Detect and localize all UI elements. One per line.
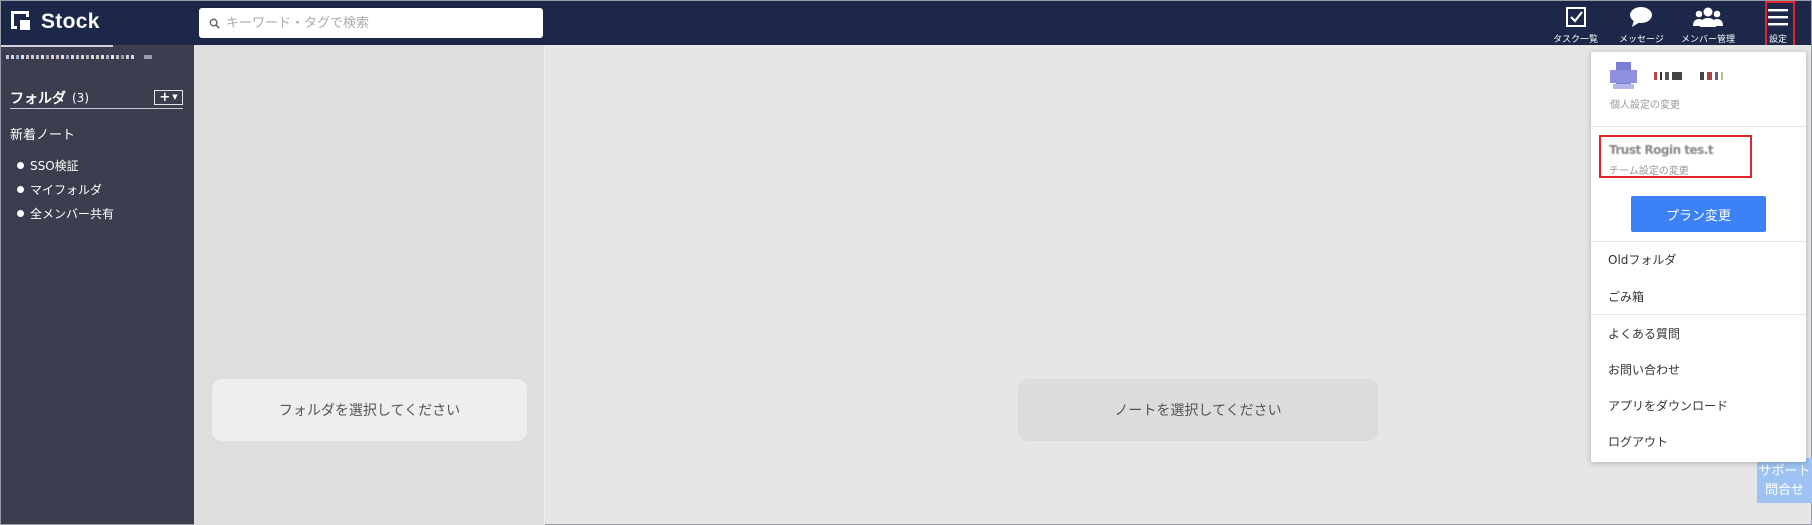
search-input[interactable] — [226, 15, 526, 31]
chat-bubble-icon — [1629, 5, 1653, 29]
search-icon — [209, 18, 220, 29]
personal-settings-item[interactable]: 個人設定の変更 — [1591, 52, 1806, 127]
stock-logo-icon — [11, 11, 33, 33]
task-checkbox-icon — [1565, 5, 1587, 29]
add-folder-button[interactable]: + ▼ — [154, 90, 183, 105]
folder-heading-label: フォルダ — [10, 90, 66, 107]
download-app-item[interactable]: アプリをダウンロード — [1608, 397, 1728, 414]
folder-placeholder: フォルダを選択してください — [212, 379, 527, 441]
header-divider — [1, 45, 113, 47]
divider — [1591, 314, 1806, 315]
messages-button[interactable]: メッセージ — [1619, 5, 1664, 45]
folder-item[interactable]: マイフォルダ — [17, 177, 114, 201]
messages-label: メッセージ — [1619, 35, 1664, 45]
folder-item-label: 全メンバー共有 — [30, 206, 115, 221]
bullet-icon — [17, 161, 24, 169]
settings-dropdown: 個人設定の変更 Trust Rogin tes.t チーム設定の変更 プラン変更… — [1591, 52, 1806, 462]
old-folder-item[interactable]: Oldフォルダ — [1608, 251, 1676, 268]
team-name: Trust Rogin tes.t — [1609, 143, 1714, 157]
search-box[interactable] — [199, 8, 543, 38]
team-settings-item[interactable]: Trust Rogin tes.t チーム設定の変更 — [1599, 135, 1752, 178]
member-management-button[interactable]: メンバー管理 — [1681, 5, 1735, 45]
bullet-icon — [17, 185, 24, 193]
note-placeholder: ノートを選択してください — [1018, 379, 1378, 441]
folder-item-label: マイフォルダ — [30, 182, 103, 197]
folder-item[interactable]: SSO検証 — [17, 153, 114, 177]
bullet-icon — [17, 209, 24, 217]
logout-item[interactable]: ログアウト — [1608, 433, 1668, 450]
app-name: Stock — [41, 10, 100, 33]
contact-item[interactable]: お問い合わせ — [1608, 361, 1680, 378]
member-management-label: メンバー管理 — [1681, 35, 1736, 45]
top-header: Stock タスク一覧 メッセージ — [0, 0, 1812, 49]
plus-icon: + — [159, 90, 171, 105]
support-label-line2: 問合せ — [1764, 482, 1804, 498]
folder-item[interactable]: 全メンバー共有 — [17, 201, 114, 225]
avatar — [1610, 62, 1637, 89]
new-notes-link[interactable]: 新着ノート — [10, 124, 75, 143]
app-logo[interactable]: Stock — [11, 10, 100, 34]
task-list-label: タスク一覧 — [1553, 35, 1599, 45]
faq-item[interactable]: よくある質問 — [1608, 325, 1680, 342]
change-plan-button[interactable]: プラン変更 — [1631, 196, 1766, 232]
settings-highlight-box — [1765, 1, 1795, 49]
folder-heading: フォルダ (3) + ▼ — [10, 87, 183, 109]
team-settings-label: チーム設定の変更 — [1609, 166, 1689, 177]
folder-pane — [194, 45, 545, 525]
user-name-obscured — [1654, 72, 1723, 80]
folder-list: SSO検証 マイフォルダ 全メンバー共有 — [17, 153, 114, 225]
sidebar: フォルダ (3) + ▼ 新着ノート SSO検証 マイフォルダ 全メンバー共有 — [0, 45, 194, 525]
support-label-line1: サポート — [1758, 463, 1811, 479]
personal-settings-label: 個人設定の変更 — [1610, 100, 1680, 111]
divider — [1591, 241, 1806, 242]
trash-item[interactable]: ごみ箱 — [1608, 288, 1644, 305]
folder-count: (3) — [72, 90, 89, 105]
chevron-down-icon: ▼ — [172, 93, 178, 101]
support-button[interactable]: サポート 問合せ — [1757, 458, 1812, 503]
task-list-button[interactable]: タスク一覧 — [1553, 5, 1598, 45]
folder-item-label: SSO検証 — [30, 158, 79, 173]
members-icon — [1693, 5, 1723, 29]
team-name-obscured — [6, 55, 152, 59]
